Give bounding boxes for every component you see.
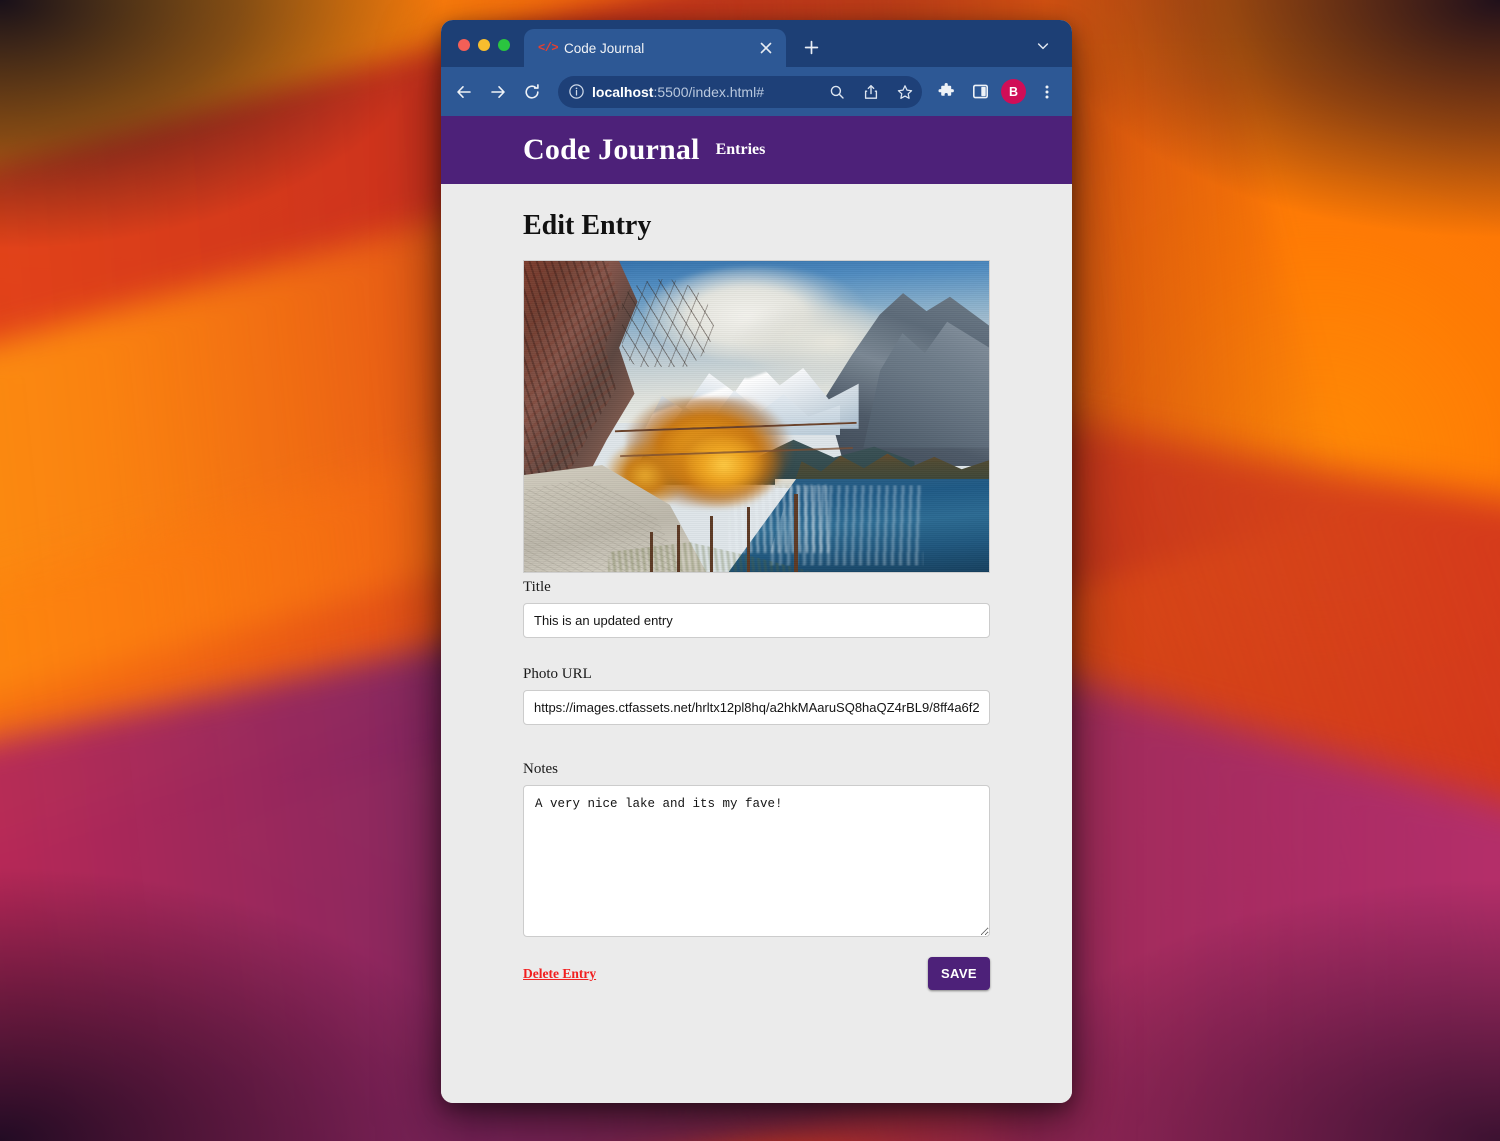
window-traffic-lights xyxy=(441,39,524,67)
form-spacer xyxy=(523,725,990,755)
delete-entry-link[interactable]: Delete Entry xyxy=(523,966,596,982)
title-input[interactable] xyxy=(523,603,990,638)
close-window-button[interactable] xyxy=(458,39,470,51)
code-brackets-icon: </> xyxy=(538,41,559,55)
back-arrow-icon[interactable] xyxy=(448,76,480,108)
photo-fence-post xyxy=(649,531,653,572)
photo-fence-post xyxy=(677,525,681,572)
photo-url-field-label: Photo URL xyxy=(523,666,592,682)
three-dot-menu-icon[interactable] xyxy=(1031,76,1063,108)
form-spacer xyxy=(523,638,990,660)
page-viewport: Code Journal Entries Edit Entry Title Th… xyxy=(441,116,1072,1103)
maximize-window-button[interactable] xyxy=(498,39,510,51)
photo-fence-post xyxy=(710,516,713,572)
nav-item-entries[interactable]: Entries xyxy=(716,141,766,159)
reload-icon[interactable] xyxy=(516,76,548,108)
page-content: Edit Entry Title This is an updated entr… xyxy=(441,184,1072,1103)
browser-window: </> Code Journal localhost:5500/index.ht… xyxy=(441,20,1072,1103)
page-title: Edit Entry xyxy=(523,210,652,241)
browser-tab-strip: </> Code Journal xyxy=(441,20,1072,67)
app-header: Code Journal Entries xyxy=(441,116,1072,184)
side-panel-icon[interactable] xyxy=(964,76,996,108)
form-actions: Delete Entry SAVE xyxy=(523,957,990,990)
title-field-label: Title xyxy=(523,579,551,595)
save-button[interactable]: SAVE xyxy=(927,957,990,990)
share-icon[interactable] xyxy=(857,78,884,105)
notes-textarea[interactable] xyxy=(523,785,990,937)
profile-avatar[interactable]: B xyxy=(1001,79,1026,104)
forward-arrow-icon[interactable] xyxy=(482,76,514,108)
minimize-window-button[interactable] xyxy=(478,39,490,51)
address-bar-host: localhost xyxy=(592,83,654,100)
address-bar[interactable]: localhost:5500/index.html# xyxy=(558,75,922,108)
address-bar-url: localhost:5500/index.html# xyxy=(592,84,816,100)
browser-tab-title: Code Journal xyxy=(564,40,645,56)
star-icon[interactable] xyxy=(891,78,918,105)
chevron-down-icon[interactable] xyxy=(1026,29,1060,63)
photo-preview xyxy=(523,260,990,573)
browser-tab-code-journal[interactable]: </> Code Journal xyxy=(524,29,786,67)
info-circle-icon[interactable] xyxy=(568,83,585,100)
browser-toolbar: localhost:5500/index.html# B xyxy=(441,67,1072,116)
photo-url-input[interactable] xyxy=(523,690,990,725)
new-tab-button[interactable] xyxy=(794,30,828,64)
photo-fence-post xyxy=(793,494,798,572)
app-brand: Code Journal xyxy=(523,133,700,166)
puzzle-piece-icon[interactable] xyxy=(930,76,962,108)
search-icon[interactable] xyxy=(823,78,850,105)
address-bar-path: :5500/index.html# xyxy=(653,83,764,100)
notes-field-label: Notes xyxy=(523,761,558,777)
photo-fence-post xyxy=(747,506,751,572)
close-tab-icon[interactable] xyxy=(755,37,777,59)
